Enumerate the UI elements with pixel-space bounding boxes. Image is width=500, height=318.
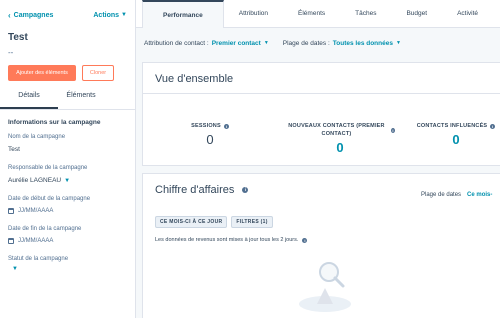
attribution-value: Premier contact [211,39,261,47]
stat-value: 0 [206,132,214,147]
revenue-note-text: Les données de revenus sont mises à jour… [155,237,299,243]
attribution-label: Attribution de contact : [144,39,209,47]
section-title: Informations sur la campagne [8,119,101,126]
end-date-field[interactable]: JJ/MM/AAAA [0,238,135,244]
tab-activity[interactable]: Activité [442,0,493,27]
campaign-dash: -- [8,48,14,57]
stat-label: CONTACTS INFLUENCÉS [416,123,488,129]
calendar-icon [8,208,14,214]
tab-elements[interactable]: Éléments [58,92,104,109]
caret-down-icon: ▼ [263,40,269,46]
owner-value: Aurélie LAGNEAU [8,177,62,184]
owner-label: Responsable de la campagne [8,165,88,171]
start-date-field[interactable]: JJ/MM/AAAA [0,208,135,214]
campaign-title: Test [8,32,28,43]
caret-down-icon: ▼ [395,40,401,46]
end-date-label: Date de fin de la campagne [8,226,82,232]
sidebar-tabs: Détails Éléments [0,92,135,110]
calendar-icon [8,238,14,244]
end-date-value: JJ/MM/AAAA [18,238,54,244]
stat-label: SESSIONS [191,123,221,129]
revenue-range-dropdown[interactable]: Ce mois- [467,192,492,198]
campaign-name-label: Nom de la campagne [8,134,66,140]
tab-elements[interactable]: Éléments [283,0,340,27]
actions-dropdown[interactable]: Actions ▼ [93,12,127,19]
stat-value-link[interactable]: 0 [285,140,395,155]
actions-label: Actions [93,11,120,19]
overview-title: Vue d'ensemble [155,73,234,85]
stat-label: NOUVEAUX CONTACTS (PREMIER CONTACT) [288,123,385,137]
add-elements-button[interactable]: Ajouter des éléments [8,65,76,81]
stat-influenced-contacts: CONTACTS INFLUENCÉS i 0 [411,122,500,147]
tab-performance[interactable]: Performance [142,0,224,28]
filters-chip[interactable]: FILTRES (1) [231,216,273,228]
start-date-value: JJ/MM/AAAA [18,208,54,214]
date-range-label: Plage de dates : [282,39,330,47]
stat-value-link[interactable]: 0 [411,132,500,147]
info-icon[interactable]: i [390,127,395,133]
info-icon[interactable]: i [223,123,229,129]
tab-attribution[interactable]: Attribution [224,0,283,27]
sidebar-header: ‹ Campagnes Actions ▼ [0,0,135,30]
revenue-date-range: Plage de dates Ce mois- [421,192,492,198]
date-range-dropdown[interactable]: Toutes les données ▼ [333,40,401,47]
revenue-chips: CE MOIS-CI À CE JOUR FILTRES (1) [155,216,273,228]
revenue-note: Les données de revenus sont mises à jour… [155,237,308,243]
status-select[interactable]: ▼ [0,266,135,272]
revenue-title: Chiffre d'affaires [155,184,235,196]
campaign-name-value[interactable]: Test [0,146,135,153]
campaign-name-text: Test [8,146,20,153]
clone-button[interactable]: Cloner [82,65,114,81]
stat-new-contacts: NOUVEAUX CONTACTS (PREMIER CONTACT) i 0 [285,122,395,155]
back-to-campaigns-link[interactable]: ‹ Campagnes [8,11,53,20]
filter-bar: Attribution de contact : Premier contact… [136,28,500,58]
stat-sessions: SESSIONS i 0 [165,122,255,147]
info-icon[interactable]: i [490,123,496,129]
main-content: Performance Attribution Éléments Tâches … [136,0,500,318]
revenue-title-row: Chiffre d'affaires i [155,184,249,196]
revenue-range-label: Plage de dates [421,192,462,198]
status-label: Statut de la campagne [8,256,69,262]
overview-card: Vue d'ensemble SESSIONS i 0 NOUVEAUX CONT… [142,62,500,166]
info-icon[interactable]: i [242,187,249,193]
info-icon[interactable]: i [302,237,308,243]
date-filter-chip[interactable]: CE MOIS-CI À CE JOUR [155,216,228,228]
attribution-dropdown[interactable]: Premier contact ▼ [212,40,269,47]
sidebar-buttons: Ajouter des éléments Cloner [0,65,135,81]
magnifier-illustration [299,262,351,312]
top-tabs: Performance Attribution Éléments Tâches … [136,0,500,28]
campaign-sidebar: ‹ Campagnes Actions ▼ Test -- Ajouter de… [0,0,136,318]
tab-details[interactable]: Détails [0,92,58,109]
caret-down-icon: ▼ [121,12,127,18]
chevron-left-icon: ‹ [8,10,11,20]
date-range-value: Toutes les données [332,39,393,47]
start-date-label: Date de début de la campagne [8,196,91,202]
back-label: Campagnes [13,11,54,19]
tab-tasks[interactable]: Tâches [340,0,391,27]
caret-down-icon: ▼ [64,177,71,184]
owner-select[interactable]: Aurélie LAGNEAU ▼ [0,177,135,184]
card-divider [143,93,500,94]
tab-budget[interactable]: Budget [391,0,442,27]
revenue-card: Chiffre d'affaires i Plage de dates Ce m… [142,173,500,318]
caret-down-icon: ▼ [12,266,18,272]
